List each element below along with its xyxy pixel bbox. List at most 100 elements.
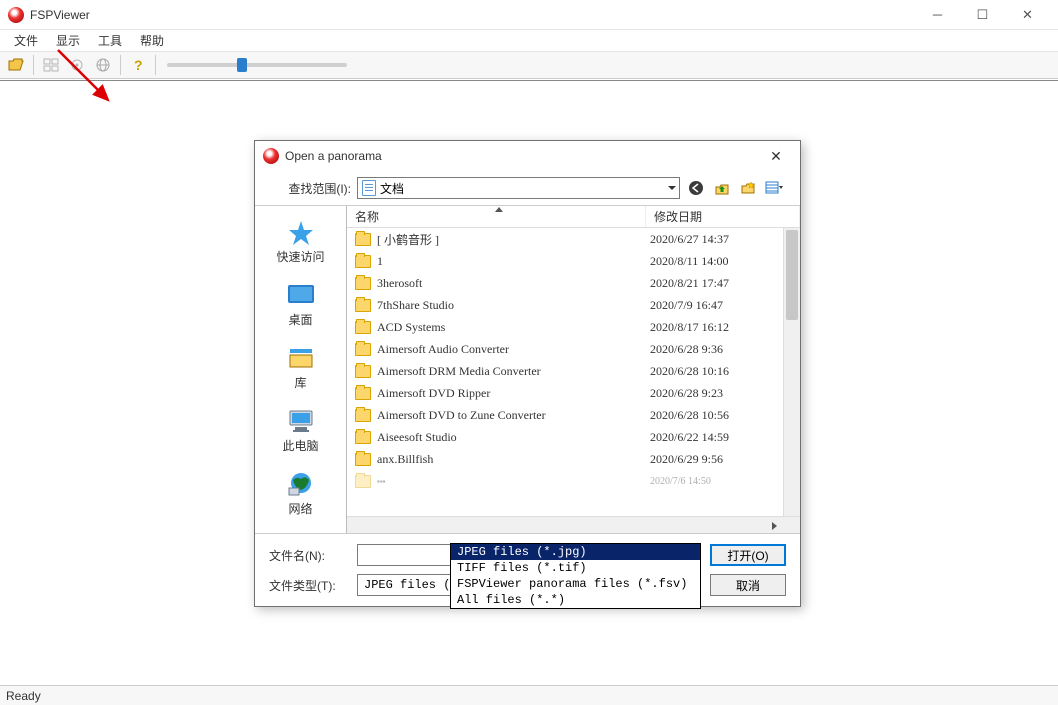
file-name: Aimersoft Audio Converter [377,342,650,357]
folder-icon [355,431,371,444]
folder-icon [355,387,371,400]
toolbar-separator [120,55,121,75]
list-item[interactable]: Aimersoft DRM Media Converter2020/6/28 1… [347,360,800,382]
list-header[interactable]: 名称 修改日期 [347,206,800,228]
folder-icon [355,299,371,312]
list-rows[interactable]: [ 小鹤音形 ]2020/6/27 14:3712020/8/11 14:003… [347,228,800,516]
documents-icon [362,180,376,196]
pc-icon [285,407,317,435]
lookin-label: 查找范围(I): [267,180,351,197]
lookin-combo[interactable]: 文档 [357,177,680,199]
list-item[interactable]: 12020/8/11 14:00 [347,250,800,272]
titlebar: FSPViewer ─ ☐ ✕ [0,0,1058,30]
statusbar: Ready [0,685,1058,705]
list-item[interactable]: [ 小鹤音形 ]2020/6/27 14:37 [347,228,800,250]
vertical-scrollbar[interactable] [783,228,800,516]
place-network[interactable]: 网络 [255,466,346,525]
zoom-slider-thumb[interactable] [237,58,247,72]
file-list: 名称 修改日期 [ 小鹤音形 ]2020/6/27 14:3712020/8/1… [347,206,800,533]
list-item[interactable]: Aimersoft DVD to Zune Converter2020/6/28… [347,404,800,426]
list-item[interactable]: Aimersoft Audio Converter2020/6/28 9:36 [347,338,800,360]
folder-icon [355,233,371,246]
window-controls: ─ ☐ ✕ [915,0,1050,30]
chevron-down-icon [668,186,676,190]
filetype-option[interactable]: JPEG files (*.jpg) [451,544,700,560]
folder-icon [355,321,371,334]
open-file-icon[interactable] [4,54,28,76]
list-item[interactable]: ACD Systems2020/8/17 16:12 [347,316,800,338]
help-icon[interactable]: ? [126,54,150,76]
file-date: 2020/8/11 14:00 [650,254,729,269]
list-item[interactable]: anx.Billfish2020/6/29 9:56 [347,448,800,470]
file-name: 7thShare Studio [377,298,650,313]
back-icon[interactable] [686,178,706,198]
sort-indicator-icon [495,207,503,212]
desktop-icon [285,281,317,309]
status-text: Ready [6,689,41,703]
dialog-body: 快速访问 桌面 库 此电脑 网络 名称 修改日期 [255,205,800,533]
folder-icon [355,255,371,268]
zoom-slider[interactable] [167,63,347,67]
close-button[interactable]: ✕ [1005,0,1050,30]
file-name: ACD Systems [377,320,650,335]
file-date: 2020/8/21 17:47 [650,276,729,291]
toolbar-separator [33,55,34,75]
menubar: 文件 显示 工具 帮助 [0,30,1058,52]
views-icon[interactable] [764,178,784,198]
list-item[interactable]: ▪▪▪2020/7/6 14:50 [347,470,800,492]
nav-icons [686,178,788,198]
list-item[interactable]: Aiseesoft Studio2020/6/22 14:59 [347,426,800,448]
scrollbar-thumb[interactable] [786,230,798,320]
filetype-option[interactable]: FSPViewer panorama files (*.fsv) [451,576,700,592]
network-icon [285,470,317,498]
new-folder-icon[interactable] [738,178,758,198]
maximize-button[interactable]: ☐ [960,0,1005,30]
file-date: 2020/6/28 9:23 [650,386,723,401]
list-item[interactable]: 7thShare Studio2020/7/9 16:47 [347,294,800,316]
file-date: 2020/6/22 14:59 [650,430,729,445]
toolbar-separator [155,55,156,75]
up-icon[interactable] [712,178,732,198]
scroll-right-icon[interactable] [766,517,783,534]
dialog-titlebar[interactable]: Open a panorama ✕ [255,141,800,171]
dialog-icon [263,148,279,164]
target-icon[interactable] [65,54,89,76]
filetype-option[interactable]: All files (*.*) [451,592,700,608]
folder-icon [355,277,371,290]
filetype-dropdown[interactable]: JPEG files (*.jpg)TIFF files (*.tif)FSPV… [450,543,701,609]
place-libraries[interactable]: 库 [255,340,346,399]
menu-view[interactable]: 显示 [48,30,88,51]
folder-icon [355,343,371,356]
fullscreen-icon[interactable] [39,54,63,76]
file-date: 2020/6/28 10:16 [650,364,729,379]
libraries-icon [285,344,317,372]
file-name: [ 小鹤音形 ] [377,231,650,248]
file-name: 3herosoft [377,276,650,291]
filetype-option[interactable]: TIFF files (*.tif) [451,560,700,576]
place-thispc[interactable]: 此电脑 [255,403,346,462]
list-item[interactable]: 3herosoft2020/8/21 17:47 [347,272,800,294]
open-button[interactable]: 打开(O) [710,544,786,566]
minimize-button[interactable]: ─ [915,0,960,30]
col-date[interactable]: 修改日期 [646,206,800,227]
file-name: Aimersoft DVD to Zune Converter [377,408,650,423]
place-quick[interactable]: 快速访问 [255,214,346,273]
file-name: Aiseesoft Studio [377,430,650,445]
toolbar: ? [0,52,1058,79]
horizontal-scrollbar[interactable] [347,516,800,533]
globe-icon[interactable] [91,54,115,76]
file-date: 2020/6/29 9:56 [650,452,723,467]
dialog-close-button[interactable]: ✕ [760,144,792,168]
file-name: anx.Billfish [377,452,650,467]
file-date: 2020/6/28 9:36 [650,342,723,357]
list-item[interactable]: Aimersoft DVD Ripper2020/6/28 9:23 [347,382,800,404]
cancel-button[interactable]: 取消 [710,574,786,596]
menu-file[interactable]: 文件 [6,30,46,51]
file-date: 2020/7/9 16:47 [650,298,723,313]
file-name: Aimersoft DRM Media Converter [377,364,650,379]
menu-help[interactable]: 帮助 [132,30,172,51]
place-desktop[interactable]: 桌面 [255,277,346,336]
app-icon [8,7,24,23]
menu-tools[interactable]: 工具 [90,30,130,51]
file-date: 2020/8/17 16:12 [650,320,729,335]
